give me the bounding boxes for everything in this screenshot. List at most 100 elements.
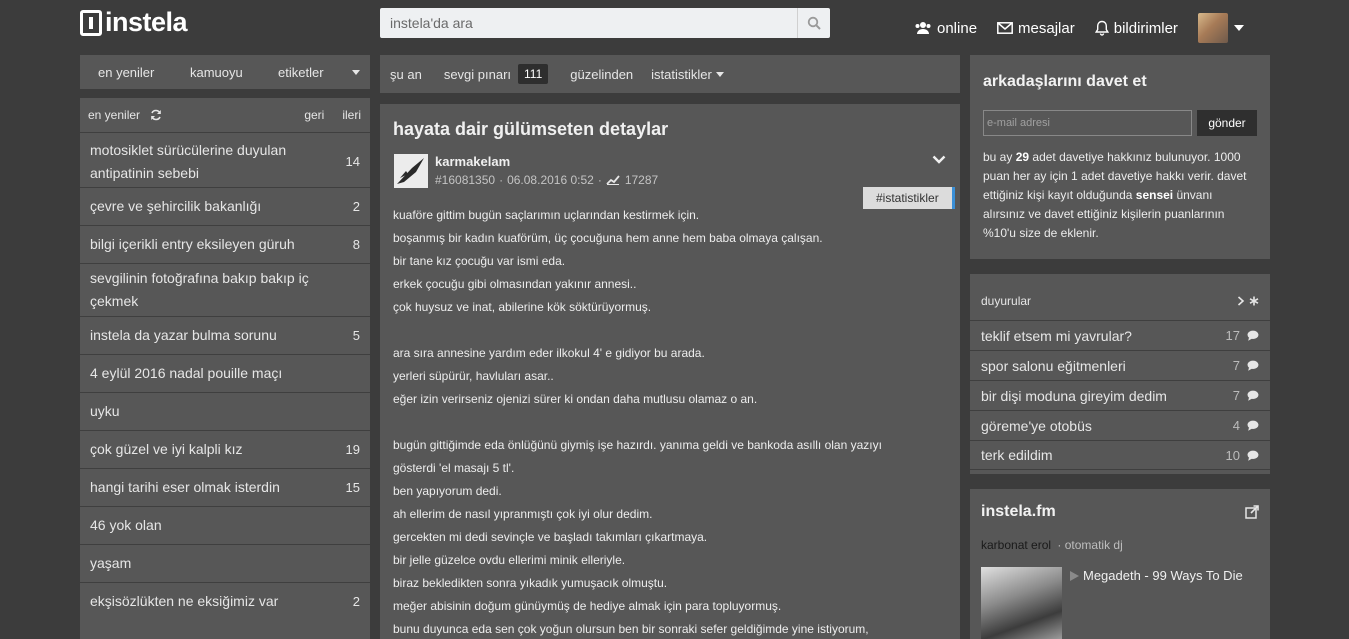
back-link[interactable]: geri <box>304 108 324 122</box>
logo-text: instela <box>105 7 188 37</box>
topic-item[interactable]: ekşisözlükten ne eksiğimiz var 2 <box>80 582 370 620</box>
topic-title: ekşisözlükten ne eksiğimiz var <box>90 593 279 609</box>
expand-button[interactable] <box>932 152 946 167</box>
announcements-title[interactable]: duyurular <box>981 294 1031 308</box>
topic-item[interactable]: 46 yok olan <box>80 506 370 544</box>
user-avatar[interactable] <box>1197 13 1228 43</box>
topic-count: 8 <box>352 237 360 252</box>
entry-line <box>393 411 948 434</box>
bell-icon <box>1094 20 1109 36</box>
tab-tags[interactable]: etiketler <box>278 65 324 80</box>
topic-title: motosiklet sürücülerine duyulan antipati… <box>90 141 287 181</box>
announcement-item[interactable]: spor salonu eğitmenleri 7 <box>970 350 1270 380</box>
user-menu-caret-icon[interactable] <box>1233 25 1244 31</box>
send-button[interactable]: gönder <box>1197 110 1257 136</box>
entry-id[interactable]: #16081350 <box>435 173 495 187</box>
topic-item[interactable]: bilgi içerikli entry eksileyen güruh 8 <box>80 225 370 263</box>
topic-count: 14 <box>345 154 360 169</box>
announcement-item[interactable]: göreme'ye otobüs 4 <box>970 410 1270 440</box>
topic-item[interactable]: çevre ve şehircilik bakanlığı 2 <box>80 187 370 225</box>
messages-label: mesajlar <box>1018 19 1075 37</box>
tab-latest[interactable]: en yeniler <box>98 65 190 80</box>
author-name[interactable]: karmakelam <box>435 154 510 169</box>
notifications-link[interactable]: bildirimler <box>1094 19 1178 37</box>
invite-count: 29 <box>1015 150 1030 164</box>
topic-title: çok güzel ve iyi kalpli kız <box>90 441 243 457</box>
entry-line: ben yapıyorum dedi. <box>393 484 502 498</box>
topic-item[interactable]: yaşam <box>80 544 370 582</box>
entry-line: bunu duyunca eda sen çok yoğun olursun b… <box>393 622 869 636</box>
topic-item[interactable]: instela da yazar bulma sorunu 5 <box>80 316 370 354</box>
announcement-title: bir dişi moduna gireyim dedim <box>981 387 1167 404</box>
search-button[interactable] <box>797 8 830 38</box>
topic-count: 2 <box>352 199 360 214</box>
dj-name[interactable]: karbonat erol <box>981 538 1051 552</box>
radio-dj: karbonat erol · otomatik dj <box>981 538 1123 552</box>
author-avatar[interactable] <box>394 154 428 188</box>
topic-item[interactable]: uyku <box>80 392 370 430</box>
topic-list-header: en yeniler geri ileri <box>80 98 370 132</box>
comment-icon <box>1247 360 1259 371</box>
topic-count: 2 <box>352 594 360 609</box>
topic-item[interactable]: motosiklet sürücülerine duyulan antipati… <box>80 132 370 187</box>
entry-line: gösterdi 'el masajı 5 tl'. <box>393 461 515 475</box>
trend-icon <box>606 175 620 185</box>
logo[interactable]: instela <box>80 7 188 38</box>
now-playing[interactable]: Megadeth - 99 Ways To Die <box>1070 568 1243 583</box>
messages-link[interactable]: mesajlar <box>997 20 1075 37</box>
online-link[interactable]: online <box>914 20 977 37</box>
statistics-dropdown-icon[interactable] <box>715 71 724 77</box>
invite-title: arkadaşlarını davet et <box>983 73 1147 90</box>
invite-panel: arkadaşlarını davet et gönder bu ay 29 a… <box>970 55 1270 259</box>
announcement-meta: 7 <box>1233 358 1259 373</box>
topic-item[interactable]: çok güzel ve iyi kalpli kız 19 <box>80 430 370 468</box>
entry-body: kuaföre gittim bugün saçlarımın uçlarınd… <box>393 204 948 639</box>
entry-line: ah ellerim de nasıl yıpranmıştı çok iyi … <box>393 507 653 521</box>
topic-title: sevgilinin fotoğrafına bakıp bakıp iç çe… <box>90 270 309 309</box>
header-nav: online mesajlar bildirimler <box>914 13 1244 43</box>
left-tabs: en yeniler kamuoyu etiketler <box>80 55 370 89</box>
announcement-title: spor salonu eğitmenleri <box>981 357 1126 374</box>
topic-item[interactable]: sevgilinin fotoğrafına bakıp bakıp iç çe… <box>80 263 370 316</box>
entry-title[interactable]: hayata dair gülümseten detaylar <box>393 119 668 140</box>
search-input[interactable] <box>380 8 797 38</box>
external-link-icon[interactable] <box>1245 505 1259 519</box>
announcement-item[interactable]: teklif etsem mi yavrular? 17 <box>970 320 1270 350</box>
topic-title: 4 eylül 2016 nadal pouille maçı <box>90 365 283 381</box>
announcement-meta: 7 <box>1233 388 1259 403</box>
tab-now[interactable]: şu an <box>390 67 422 82</box>
topic-title: 46 yok olan <box>90 517 162 533</box>
asterisk-icon[interactable] <box>1249 296 1259 306</box>
chevron-right-icon[interactable] <box>1237 296 1245 306</box>
dj-type: otomatik dj <box>1064 538 1123 552</box>
announcements-actions <box>1237 296 1259 306</box>
chevron-down-icon <box>932 155 946 164</box>
announcement-title: göreme'ye otobüs <box>981 417 1092 434</box>
email-field[interactable] <box>983 110 1192 136</box>
invite-text-1: bu ay <box>983 150 1016 164</box>
entry-line: boşanmış bir kadın kuaförüm, üç çocuğuna… <box>393 231 823 245</box>
topic-count: 5 <box>352 328 360 343</box>
search-box <box>380 8 830 38</box>
topic-item[interactable]: 4 eylül 2016 nadal pouille maçı <box>80 354 370 392</box>
tab-best[interactable]: güzelinden <box>570 67 633 82</box>
top-bar: instela online mesajlar bildirimler <box>0 0 1349 48</box>
announcement-meta: 17 <box>1226 328 1259 343</box>
entry-line: bir jelle güzelce ovdu ellerimi minik el… <box>393 553 626 567</box>
announcement-item[interactable]: terk edildim 10 <box>970 440 1270 470</box>
entry-line: biraz bekledikten sonra yıkadık yumuşacı… <box>393 576 668 590</box>
play-icon <box>1070 570 1079 581</box>
tab-public-opinion[interactable]: kamuoyu <box>190 65 278 80</box>
entry-panel: hayata dair gülümseten detaylar karmakel… <box>380 104 960 639</box>
tab-statistics[interactable]: istatistikler <box>651 67 712 82</box>
tab-love-spring[interactable]: sevgi pınarı <box>444 67 511 82</box>
notifications-label: bildirimler <box>1113 19 1178 37</box>
refresh-icon[interactable] <box>150 109 162 121</box>
tabs-dropdown-icon[interactable] <box>352 69 360 75</box>
entry-line: bugün gittiğimde eda önlüğünü giymiş işe… <box>393 438 882 452</box>
next-link[interactable]: ileri <box>342 108 361 122</box>
topic-count: 19 <box>345 442 360 457</box>
announcement-count: 17 <box>1225 328 1240 343</box>
announcement-item[interactable]: bir dişi moduna gireyim dedim 7 <box>970 380 1270 410</box>
topic-item[interactable]: hangi tarihi eser olmak isterdin 15 <box>80 468 370 506</box>
